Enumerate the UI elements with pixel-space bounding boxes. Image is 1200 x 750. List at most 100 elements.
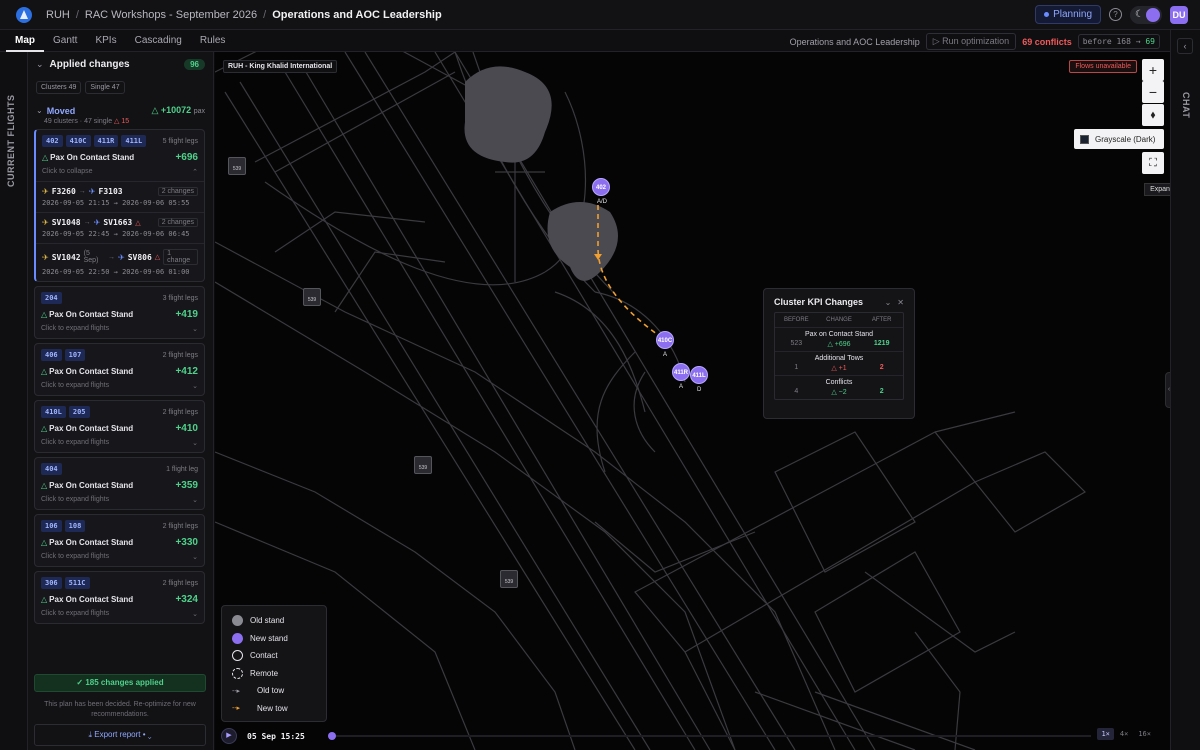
applied-changes-count: 96 — [184, 58, 205, 70]
stand-chip: 107 — [64, 349, 86, 361]
kpi-before: 4 — [794, 388, 799, 395]
cluster-card-expanded[interactable]: 402 410C 411R 411L 5 flight legs △ Pax On… — [34, 129, 205, 282]
moved-group-header[interactable]: ⌄ Moved △ +10072 pax 49 clusters · 47 si… — [28, 99, 213, 125]
timeline-scrubber[interactable] — [328, 732, 336, 740]
cluster-card[interactable]: 204 3 flight legs △ Pax On Contact Stand +4… — [34, 286, 205, 339]
kpi-value: +330 — [175, 537, 198, 548]
help-icon[interactable]: ? — [1109, 8, 1122, 21]
top-bar: RUH / RAC Workshops - September 2026 / O… — [0, 0, 1200, 30]
stand-chip: 411R — [93, 135, 119, 147]
tab-kpis[interactable]: KPIs — [86, 30, 125, 52]
theme-toggle[interactable]: ☾ — [1130, 5, 1162, 24]
play-icon: ▷ — [932, 36, 943, 46]
legend-item: - - ▸ Old tow — [232, 686, 285, 696]
chat-toggle[interactable]: CHAT — [1181, 92, 1191, 118]
arrow-right-icon: → — [78, 188, 86, 195]
filter-single[interactable]: Single 47 — [85, 81, 125, 94]
delta-icon: △ — [41, 481, 48, 490]
play-icon[interactable]: ▶ — [221, 728, 237, 744]
conflicts-count[interactable]: 69 conflicts — [1022, 37, 1072, 47]
kpi-change: △ −2 — [831, 389, 847, 396]
flight-change-row[interactable]: ✈ SV1048 → ✈ SV1663 △ 2 changes 2026-09-… — [36, 212, 204, 243]
current-flights-toggle[interactable]: CURRENT FLIGHTS — [6, 87, 16, 188]
flight-to: F3103 — [98, 187, 123, 196]
kpi-table: BEFORE CHANGE AFTER Pax on Contact Stand… — [774, 312, 904, 400]
kpi-after: 1219 — [873, 340, 890, 347]
change-count: 1 change — [163, 249, 198, 265]
cluster-card[interactable]: 410L 205 2 flight legs △ Pax On Contact Sta… — [34, 400, 205, 453]
kpi-label: △ Pax On Contact Stand — [41, 538, 134, 547]
tab-gantt[interactable]: Gantt — [44, 30, 86, 52]
legend-item: - - ▸ New tow — [232, 703, 288, 713]
chat-rail: ‹ CHAT — [1170, 30, 1200, 750]
user-avatar[interactable]: DU — [1170, 5, 1188, 24]
stand-chip: 106 — [41, 520, 62, 532]
changes-applied-banner: ✓ 185 changes applied — [34, 674, 206, 692]
planning-status-badge[interactable]: Planning — [1035, 5, 1101, 24]
flight-change-row[interactable]: ✈ F3260 → ✈ F3103 2 changes 2026-09-05 2… — [36, 181, 204, 212]
filter-clusters[interactable]: Clusters 49 — [36, 81, 82, 94]
applied-changes-header[interactable]: ⌄ Applied changes 96 — [28, 52, 213, 76]
run-optimization-button[interactable]: ▷ Run optimization — [925, 33, 1017, 50]
stand-marker-410c[interactable]: 410C — [656, 331, 674, 349]
change-count: 2 changes — [157, 187, 198, 196]
stand-marker-402[interactable]: 402 — [592, 178, 610, 196]
zoom-in-button[interactable]: + — [1142, 59, 1164, 81]
kpi-before: 1 — [794, 364, 799, 371]
speed-1x[interactable]: 1× — [1097, 728, 1114, 740]
moved-summary-text: 49 clusters · 47 single — [44, 118, 113, 125]
export-report-label: Export report — [94, 730, 141, 739]
close-icon[interactable]: ✕ — [897, 298, 904, 307]
moved-warn-count: 15 — [121, 118, 130, 125]
expand-chat-button[interactable]: ‹ — [1177, 38, 1193, 54]
moon-icon: ☾ — [1135, 8, 1144, 20]
timeline-track[interactable] — [331, 735, 1091, 737]
conflicts-delta: before 168 → 69 — [1077, 34, 1160, 49]
kpi-row: Additional Tows 1 △ +1 2 — [775, 352, 903, 376]
breadcrumb-workshop[interactable]: RAC Workshops - September 2026 — [85, 9, 257, 21]
breadcrumb-airport[interactable]: RUH — [46, 9, 70, 21]
export-report-button[interactable]: ⤓ Export report • ⌄ — [34, 724, 206, 746]
stand-chip: 306 — [41, 577, 62, 589]
airport-map[interactable]: RUH - King Khalid International Flows un… — [215, 52, 1170, 750]
gate-marker[interactable]: 539 — [303, 288, 321, 306]
gate-marker[interactable]: 539 — [414, 456, 432, 474]
expand-hint: Click to expand flights ⌄ — [41, 382, 198, 390]
cluster-card[interactable]: 106 108 2 flight legs △ Pax On Contact Stan… — [34, 514, 205, 567]
compass-icon[interactable]: ⬧ — [1142, 104, 1164, 126]
cluster-card[interactable]: 306 511C 2 flight legs △ Pax On Contact Sta… — [34, 571, 205, 624]
legend-item: Contact — [232, 647, 316, 665]
legend-item: Remote — [232, 665, 316, 683]
zoom-out-button[interactable]: − — [1142, 81, 1164, 103]
stand-marker-411r[interactable]: 411R — [672, 363, 690, 381]
delta-icon: △ — [41, 424, 48, 433]
speed-16x[interactable]: 16× — [1134, 728, 1155, 740]
tab-rules[interactable]: Rules — [191, 30, 235, 52]
flight-to: SV1663 — [103, 218, 133, 227]
fullscreen-button[interactable]: ⛶ — [1142, 152, 1164, 174]
speed-4x[interactable]: 4× — [1116, 728, 1132, 740]
layer-swatch — [1080, 134, 1089, 144]
stand-chip: 108 — [64, 520, 86, 532]
chevron-down-icon[interactable]: ⌄ — [885, 298, 892, 307]
gate-marker[interactable]: 539 — [500, 570, 518, 588]
basemap-layer-select[interactable]: Grayscale (Dark) — [1074, 129, 1164, 149]
breadcrumb-separator: / — [75, 8, 79, 21]
chevron-down-icon: ⌄ — [36, 58, 44, 69]
stand-chip: 205 — [68, 406, 90, 418]
kpi-value: +324 — [175, 594, 198, 605]
tab-cascading[interactable]: Cascading — [126, 30, 191, 52]
cluster-card[interactable]: 406 107 2 flight legs △ Pax On Contact Stan… — [34, 343, 205, 396]
stand-marker-411l[interactable]: 411L — [690, 366, 708, 384]
chevron-down-icon: ⌄ — [192, 554, 198, 561]
plan-name: Operations and AOC Leadership — [789, 36, 920, 47]
delta-icon: △ — [41, 367, 48, 376]
app-logo-icon[interactable] — [16, 6, 32, 23]
chevron-down-icon: ⌄ — [192, 497, 198, 504]
tab-map[interactable]: Map — [6, 30, 44, 52]
playback-timeline: ▶ 05 Sep 15:25 1× 4× 16× — [221, 726, 1161, 746]
cluster-card[interactable]: 404 1 flight leg △ Pax On Contact Stand +35… — [34, 457, 205, 510]
flight-change-row[interactable]: ✈ SV1042 (5 Sep) → ✈ SV806 △ 1 change 20… — [36, 243, 204, 281]
gate-marker[interactable]: 539 — [228, 157, 246, 175]
kpi-after: 2 — [879, 364, 884, 371]
